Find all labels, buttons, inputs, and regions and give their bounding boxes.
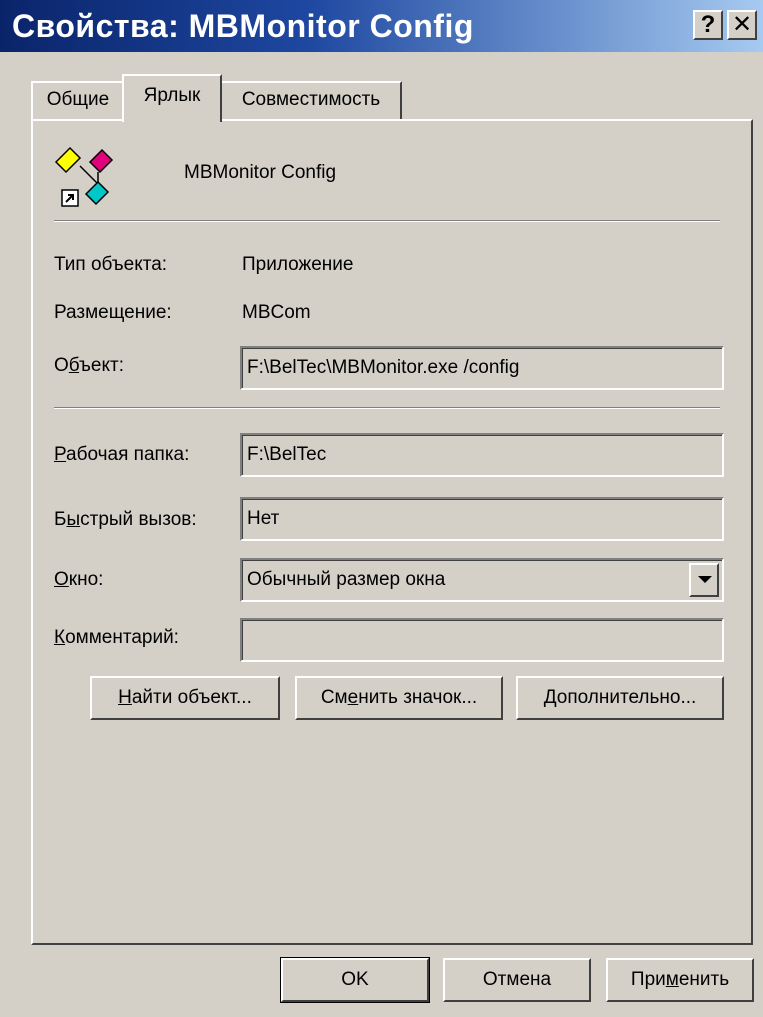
target-type-value: Приложение <box>242 254 354 275</box>
help-button[interactable]: ? <box>693 10 723 40</box>
target-field[interactable]: F:\BelTec\MBMonitor.exe /config <box>240 346 724 390</box>
find-target-button[interactable]: Найти объект... <box>90 676 280 720</box>
ok-button[interactable]: OK <box>280 957 430 1003</box>
location-value: MBCom <box>242 302 311 323</box>
separator <box>54 407 720 409</box>
comment-field[interactable] <box>240 618 724 662</box>
run-label: Окно: <box>54 569 104 590</box>
tab-compatibility[interactable]: Совместимость <box>220 81 402 119</box>
comment-label: Комментарий: <box>54 627 179 648</box>
start-in-label: Рабочая папка: <box>54 444 190 465</box>
separator <box>54 220 720 222</box>
target-label: Объект: <box>54 355 124 376</box>
run-select[interactable]: Обычный размер окна <box>240 558 724 602</box>
shortcut-app-icon <box>54 146 114 207</box>
start-in-field[interactable]: F:\BelTec <box>240 433 724 477</box>
hotkey-field[interactable]: Нет <box>240 497 724 541</box>
chevron-down-icon[interactable] <box>689 563 719 597</box>
window-title: Свойства: MBMonitor Config <box>12 8 474 44</box>
advanced-button[interactable]: Дополнительно... <box>516 676 724 720</box>
cancel-button[interactable]: Отмена <box>443 958 591 1002</box>
target-type-label: Тип объекта: <box>54 254 168 275</box>
close-button[interactable]: ✕ <box>727 10 757 40</box>
change-icon-button[interactable]: Сменить значок... <box>295 676 503 720</box>
run-select-value: Обычный размер окна <box>247 569 446 590</box>
tab-general[interactable]: Общие <box>31 81 125 119</box>
close-icon: ✕ <box>731 11 753 38</box>
location-label: Размещение: <box>54 302 172 323</box>
tab-shortcut[interactable]: Ярлык <box>122 74 222 122</box>
hotkey-label: Быстрый вызов: <box>54 509 197 530</box>
shortcut-name: MBMonitor Config <box>184 162 337 183</box>
title-bar[interactable]: Свойства: MBMonitor Config ? ✕ <box>0 0 763 52</box>
properties-dialog: Свойства: MBMonitor Config ? ✕ Общие Сов… <box>0 0 763 1017</box>
apply-button[interactable]: Применить <box>606 958 754 1002</box>
